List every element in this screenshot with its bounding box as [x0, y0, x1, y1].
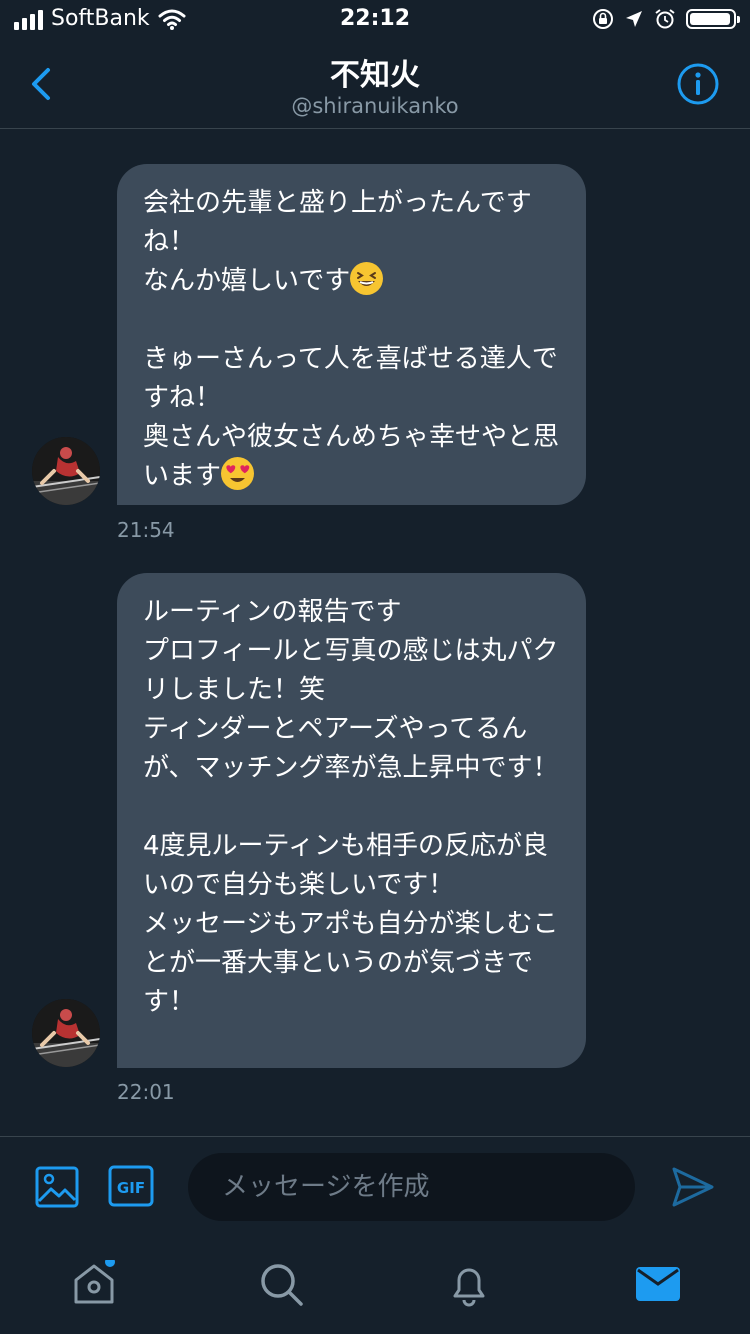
image-attach-button[interactable]	[34, 1165, 80, 1209]
home-icon[interactable]	[70, 1260, 118, 1308]
alarm-icon	[655, 9, 675, 29]
gif-button[interactable]: GIF	[108, 1165, 154, 1207]
tab-bar	[0, 1236, 750, 1334]
heart-eyes-emoji	[221, 457, 255, 490]
message-text-continued: きゅーさんって人を喜ばせる達人ですね！ 奥さんや彼女さんめちゃ幸せやと思います	[143, 344, 560, 491]
orientation-lock-icon	[593, 9, 613, 29]
avatar[interactable]	[32, 999, 100, 1067]
status-right	[592, 8, 740, 30]
conversation-handle: @shiranuikanko	[291, 94, 459, 118]
message-list[interactable]: 会社の先輩と盛り上がったんですね！ なんか嬉しいです きゅーさんって人を喜ばせる…	[0, 129, 750, 1135]
battery-icon	[686, 9, 740, 29]
info-button[interactable]	[676, 62, 720, 106]
message-text: 会社の先輩と盛り上がったんですね！ なんか嬉しいです	[143, 188, 532, 296]
send-button[interactable]	[670, 1165, 716, 1209]
message-bubble[interactable]: 会社の先輩と盛り上がったんですね！ なんか嬉しいです きゅーさんって人を喜ばせる…	[117, 164, 586, 505]
status-bar: SoftBank 22:12	[0, 0, 750, 40]
avatar[interactable]	[32, 437, 100, 505]
conversation-title[interactable]: 不知火	[0, 50, 750, 94]
location-arrow-icon	[626, 11, 642, 27]
notifications-icon[interactable]	[445, 1260, 493, 1308]
conversation-header: 不知火 @shiranuikanko	[0, 40, 750, 129]
messages-icon[interactable]	[634, 1260, 682, 1308]
message-composer: GIF	[0, 1136, 750, 1237]
message-timestamp: 22:01	[117, 1080, 175, 1104]
message-timestamp: 21:54	[117, 518, 175, 542]
svg-text:GIF: GIF	[117, 1179, 145, 1197]
message-bubble[interactable]: ルーティンの報告です プロフィールと写真の感じは丸パクリしました！笑 ティンダー…	[117, 573, 586, 1068]
message-input[interactable]	[188, 1153, 635, 1221]
search-icon[interactable]	[257, 1260, 305, 1308]
grinning-squinting-face-emoji	[350, 262, 384, 295]
